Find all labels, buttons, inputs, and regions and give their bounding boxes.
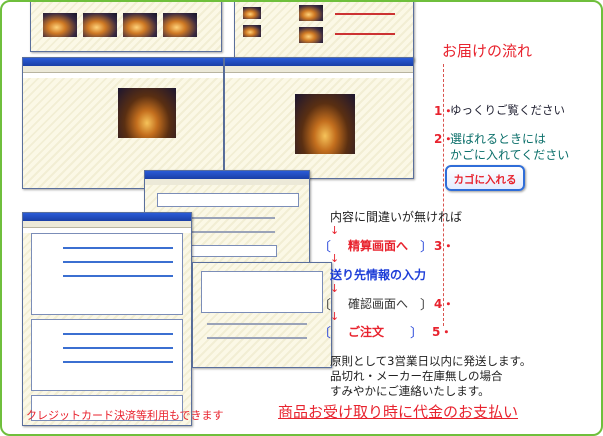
flow-step-4-number: 4・ xyxy=(434,297,455,311)
cod-payment-note: 商品お受け取り時に代金のお支払い xyxy=(278,403,519,421)
flow-intro: 内容に間違いが無ければ xyxy=(330,210,463,224)
add-to-cart-button[interactable]: カゴに入れる xyxy=(445,165,525,191)
add-to-cart-label: カゴに入れる xyxy=(453,174,517,186)
down-arrow-icon: ↓ xyxy=(330,282,340,295)
flow-step-5-label: ご注文 xyxy=(348,325,385,339)
credit-card-note: クレジットカード決済等利用もできます xyxy=(26,409,224,422)
flow-step-5-number: 5・ xyxy=(432,325,453,339)
shipping-note-2: 品切れ・メーカー在庫無しの場合 xyxy=(330,369,503,383)
step-1-text: ゆっくりご覧ください xyxy=(450,103,565,117)
page-title: お届けの流れ xyxy=(442,42,533,60)
flow-step-5-open: 〔 xyxy=(318,326,332,341)
flow-step-4-label: 確認画面へ xyxy=(348,297,409,311)
flow-step-4-close: 〕 xyxy=(420,298,434,313)
flow-step-5-close: 〕 xyxy=(410,326,424,341)
screenshot-cart-detail xyxy=(224,57,414,179)
flow-step-3-number: 3・ xyxy=(434,239,455,253)
shipping-note-1: 原則として3営業日以内に発送します。 xyxy=(330,354,532,368)
step-2-text-2: かごに入れてください xyxy=(450,148,570,162)
down-arrow-icon: ↓ xyxy=(330,310,340,323)
flow-step-shipping-input: 送り先情報の入力 xyxy=(330,268,427,282)
screenshot-confirm-page xyxy=(192,262,332,368)
screenshot-product-list xyxy=(234,2,414,62)
down-arrow-icon: ↓ xyxy=(330,252,340,265)
screenshot-shipping-form xyxy=(22,212,192,426)
flow-step-3-close: 〕 xyxy=(420,240,434,255)
shipping-note-3: すみやかにご連絡いたします。 xyxy=(330,384,490,398)
screenshot-catalog-page xyxy=(30,2,222,52)
flow-guide-panel: お届けの流れ 1・ ゆっくりご覧ください 2・ 選ばれるときには かごに入れてく… xyxy=(0,0,603,436)
flow-step-3-label: 精算画面へ xyxy=(348,239,409,253)
down-arrow-icon: ↓ xyxy=(330,224,340,237)
step-2-text: 選ばれるときには xyxy=(450,132,547,146)
